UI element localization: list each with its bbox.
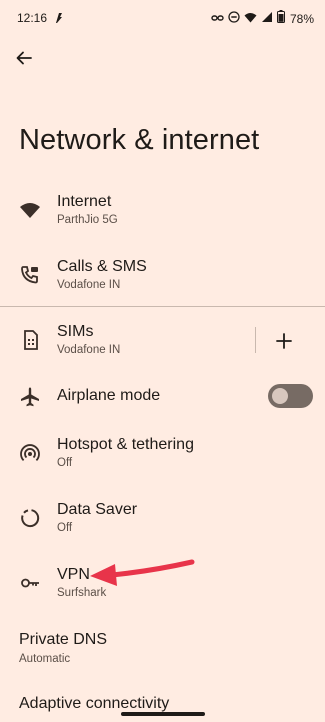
item-label: Calls & SMS xyxy=(57,258,147,275)
settings-item-hotspot[interactable]: Hotspot & tethering Off xyxy=(0,431,325,491)
key-icon xyxy=(21,578,39,588)
item-label: Hotspot & tethering xyxy=(57,436,194,453)
battery-percentage: 78% xyxy=(289,12,314,26)
item-label: VPN xyxy=(57,566,90,583)
page-title: Network & internet xyxy=(19,124,260,156)
item-subtitle: Off xyxy=(57,457,73,469)
section-divider xyxy=(0,306,325,307)
gesture-navigation-bar[interactable] xyxy=(121,712,205,716)
calls-sms-icon xyxy=(21,266,38,284)
battery-icon xyxy=(276,10,285,28)
item-subtitle: Vodafone IN xyxy=(57,279,121,291)
data-saver-icon xyxy=(21,509,40,528)
item-label: Private DNS xyxy=(19,631,108,648)
item-subtitle: Automatic xyxy=(19,653,71,665)
wifi-status-icon xyxy=(244,10,257,28)
back-button[interactable] xyxy=(12,46,36,70)
wifi-icon xyxy=(20,203,40,218)
item-subtitle: Off xyxy=(57,522,73,534)
item-label: Internet xyxy=(57,193,112,210)
status-bar: 12:16 78% xyxy=(0,0,325,34)
sim-icon xyxy=(24,330,38,350)
item-subtitle: ParthJio 5G xyxy=(57,214,118,226)
settings-item-calls-sms[interactable]: Calls & SMS Vodafone IN xyxy=(0,253,325,313)
plus-icon xyxy=(276,333,292,349)
item-label: Data Saver xyxy=(57,501,138,518)
settings-item-adaptive-connectivity[interactable]: Adaptive connectivity xyxy=(0,692,325,722)
toggle-knob xyxy=(272,388,288,404)
app-notification-icon xyxy=(54,11,64,29)
settings-item-sims[interactable]: SIMs Vodafone IN xyxy=(0,318,250,378)
annotation-arrow-icon xyxy=(90,559,195,586)
do-not-disturb-icon xyxy=(228,10,240,28)
item-label: Airplane mode xyxy=(57,387,161,404)
item-subtitle: Vodafone IN xyxy=(57,344,121,356)
link-icon xyxy=(211,10,224,28)
add-sim-button[interactable] xyxy=(270,327,298,355)
status-time: 12:16 xyxy=(17,11,48,25)
settings-item-private-dns[interactable]: Private DNS Automatic xyxy=(0,626,325,686)
signal-icon xyxy=(261,10,273,28)
item-label: SIMs xyxy=(57,323,94,340)
hotspot-icon xyxy=(20,444,40,462)
sims-divider xyxy=(255,327,256,353)
item-label: Adaptive connectivity xyxy=(19,695,170,712)
settings-item-internet[interactable]: Internet ParthJio 5G xyxy=(0,188,325,248)
status-icons: 78% xyxy=(211,10,314,28)
back-arrow-icon xyxy=(16,51,32,65)
airplane-icon xyxy=(21,387,39,407)
settings-item-data-saver[interactable]: Data Saver Off xyxy=(0,496,325,556)
airplane-mode-toggle[interactable] xyxy=(268,384,313,408)
